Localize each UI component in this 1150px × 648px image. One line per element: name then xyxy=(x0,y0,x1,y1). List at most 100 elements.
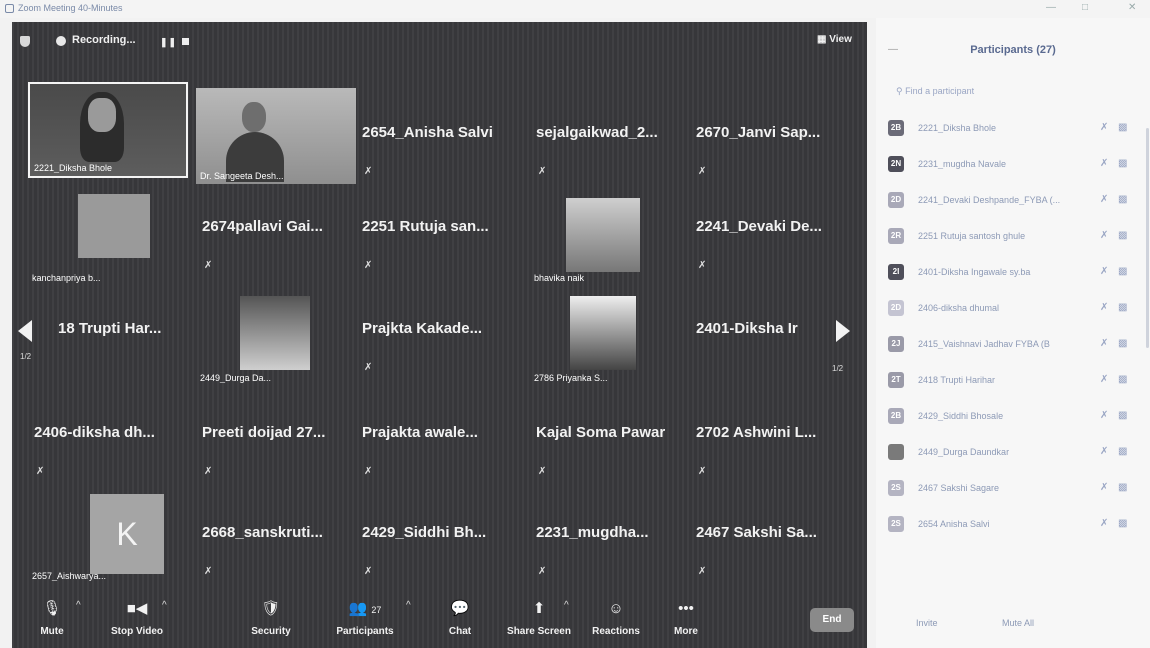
muted-mic-icon[interactable]: ✗ xyxy=(1100,482,1108,493)
video-off-icon[interactable]: ▩ xyxy=(1118,338,1127,349)
chat-button[interactable]: 💬 Chat xyxy=(440,598,480,637)
participant-row[interactable]: 2B 2221_Diksha Bhole ✗ ▩ xyxy=(886,114,1140,150)
video-tile[interactable]: 2702 Ashwini L... ✗ xyxy=(690,388,850,484)
mute-button[interactable]: 🎙 Mute xyxy=(32,598,72,637)
participant-row[interactable]: 2449_Durga Daundkar ✗ ▩ xyxy=(886,438,1140,474)
participants-options-caret[interactable]: ^ xyxy=(406,600,411,611)
participant-row[interactable]: 2R 2251 Rutuja santosh ghule ✗ ▩ xyxy=(886,222,1140,258)
participants-icon: 👥 27 xyxy=(348,600,382,617)
video-tile[interactable]: 2654_Anisha Salvi ✗ xyxy=(356,88,516,184)
participant-row[interactable]: 2D 2241_Devaki Deshpande_FYBA (... ✗ ▩ xyxy=(886,186,1140,222)
reactions-button[interactable]: ☺ Reactions xyxy=(586,598,646,637)
video-tile[interactable]: Dr. Sangeeta Desh... xyxy=(196,88,356,184)
video-tile[interactable]: Kajal Soma Pawar ✗ xyxy=(530,388,690,484)
muted-mic-icon[interactable]: ✗ xyxy=(1100,158,1108,169)
video-tile[interactable]: 2401-Diksha Ir xyxy=(690,284,850,380)
video-off-icon[interactable]: ▩ xyxy=(1118,302,1127,313)
video-tile[interactable]: 2668_sanskruti... ✗ xyxy=(196,488,356,584)
muted-mic-icon[interactable]: ✗ xyxy=(1100,230,1108,241)
participant-row[interactable]: 2I 2401-Diksha Ingawale sy.ba ✗ ▩ xyxy=(886,258,1140,294)
video-tile[interactable]: Prajkta Kakade... ✗ xyxy=(356,284,516,380)
video-tile[interactable]: K 2657_Aishwarya... xyxy=(28,488,188,584)
video-off-icon[interactable]: ▩ xyxy=(1118,482,1127,493)
video-tile[interactable]: 2467 Sakshi Sa... ✗ xyxy=(690,488,850,584)
stop-video-label: Stop Video xyxy=(110,626,164,637)
participant-row[interactable]: 2B 2429_Siddhi Bhosale ✗ ▩ xyxy=(886,402,1140,438)
shield-icon[interactable] xyxy=(20,36,30,47)
invite-button[interactable]: Invite xyxy=(916,618,938,628)
video-tile[interactable]: Preeti doijad 27... ✗ xyxy=(196,388,356,484)
end-meeting-button[interactable]: End xyxy=(810,608,854,632)
muted-mic-icon[interactable]: ✗ xyxy=(1100,518,1108,529)
video-tile[interactable]: 2674pallavi Gai... ✗ xyxy=(196,182,356,278)
video-off-icon[interactable]: ▩ xyxy=(1118,230,1127,241)
more-button[interactable]: ••• More xyxy=(666,598,706,637)
next-page-arrow[interactable] xyxy=(836,320,850,342)
video-tile[interactable]: bhavika naik xyxy=(530,190,690,286)
maximize-icon[interactable]: □ xyxy=(1082,2,1088,13)
share-screen-button[interactable]: ⬆ Share Screen xyxy=(506,598,572,637)
video-tile[interactable]: 2670_Janvi Sap... ✗ xyxy=(690,88,850,184)
tile-caption: Dr. Sangeeta Desh... xyxy=(200,171,284,181)
participant-row[interactable]: 2S 2467 Sakshi Sagare ✗ ▩ xyxy=(886,474,1140,510)
video-off-icon[interactable]: ▩ xyxy=(1118,194,1127,205)
close-icon[interactable]: ✕ xyxy=(1128,2,1136,13)
video-tile[interactable]: sejalgaikwad_2... ✗ xyxy=(530,88,690,184)
share-options-caret[interactable]: ^ xyxy=(564,600,569,611)
video-off-icon[interactable]: ▩ xyxy=(1118,446,1127,457)
stop-recording-icon[interactable] xyxy=(182,38,189,45)
search-input[interactable]: ⚲ Find a participant xyxy=(896,86,1096,97)
mute-all-button[interactable]: Mute All xyxy=(1002,618,1034,628)
participants-button[interactable]: 👥 27 Participants xyxy=(328,598,402,637)
video-tile[interactable]: 2406-diksha dh... ✗ xyxy=(28,388,188,484)
video-off-icon[interactable]: ▩ xyxy=(1118,122,1127,133)
minimize-icon[interactable]: — xyxy=(1046,2,1056,13)
video-tile[interactable]: 2449_Durga Da... xyxy=(196,290,356,386)
security-button[interactable]: 🛡 Security xyxy=(246,598,296,637)
participant-row[interactable]: 2N 2231_mugdha Navale ✗ ▩ xyxy=(886,150,1140,186)
tile-name: 2674pallavi Gai... xyxy=(202,218,323,235)
participant-photo xyxy=(78,194,150,258)
participant-row[interactable]: 2J 2415_Vaishnavi Jadhav FYBA (B ✗ ▩ xyxy=(886,330,1140,366)
video-off-icon[interactable]: ▩ xyxy=(1118,374,1127,385)
muted-mic-icon[interactable]: ✗ xyxy=(1100,338,1108,349)
muted-mic-icon[interactable]: ✗ xyxy=(1100,122,1108,133)
participant-row[interactable]: 2T 2418 Trupti Harihar ✗ ▩ xyxy=(886,366,1140,402)
participant-row[interactable]: 2S 2654 Anisha Salvi ✗ ▩ xyxy=(886,510,1140,546)
video-tile[interactable]: 2241_Devaki De... ✗ xyxy=(690,182,850,278)
video-tile[interactable]: 2786 Priyanka S... xyxy=(530,290,690,386)
video-tile[interactable]: 2231_mugdha... ✗ xyxy=(530,488,690,584)
pause-recording-icon[interactable]: ❚❚ xyxy=(160,37,177,48)
video-tile[interactable]: 18 Trupti Har... xyxy=(52,284,212,380)
participant-name: 2406-diksha dhumal xyxy=(918,303,1000,313)
video-tile[interactable]: 2429_Siddhi Bh... ✗ xyxy=(356,488,516,584)
video-tile[interactable]: Prajakta awale... ✗ xyxy=(356,388,516,484)
muted-mic-icon[interactable]: ✗ xyxy=(1100,446,1108,457)
video-tile[interactable]: 2251 Rutuja san... ✗ xyxy=(356,182,516,278)
participant-list-scrollbar[interactable] xyxy=(1146,128,1149,348)
audio-options-caret[interactable]: ^ xyxy=(76,600,81,611)
video-off-icon[interactable]: ▩ xyxy=(1118,518,1127,529)
video-off-icon[interactable]: ▩ xyxy=(1118,266,1127,277)
participant-row[interactable]: 2D 2406-diksha dhumal ✗ ▩ xyxy=(886,294,1140,330)
muted-mic-icon[interactable]: ✗ xyxy=(1100,302,1108,313)
muted-mic-icon[interactable]: ✗ xyxy=(1100,266,1108,277)
muted-mic-icon[interactable]: ✗ xyxy=(1100,410,1108,421)
video-tile[interactable]: kanchanpriya b... xyxy=(28,190,188,286)
video-tile[interactable]: 2221_Diksha Bhole xyxy=(28,82,188,178)
muted-mic-icon: ✗ xyxy=(698,260,707,271)
previous-page-arrow[interactable] xyxy=(18,320,32,342)
video-off-icon[interactable]: ▩ xyxy=(1118,158,1127,169)
video-off-icon[interactable]: ▩ xyxy=(1118,410,1127,421)
participant-avatar: 2J xyxy=(888,336,904,352)
muted-mic-icon: ✗ xyxy=(364,466,373,477)
zoom-app-icon xyxy=(5,4,14,13)
video-options-caret[interactable]: ^ xyxy=(162,600,167,611)
muted-mic-icon[interactable]: ✗ xyxy=(1100,374,1108,385)
tile-name: Preeti doijad 27... xyxy=(202,424,326,441)
share-screen-icon: ⬆ xyxy=(532,600,546,617)
tile-name: 2251 Rutuja san... xyxy=(362,218,489,235)
participant-name: 2467 Sakshi Sagare xyxy=(918,483,1000,493)
muted-mic-icon[interactable]: ✗ xyxy=(1100,194,1108,205)
view-button[interactable]: ▦ View xyxy=(817,34,852,45)
